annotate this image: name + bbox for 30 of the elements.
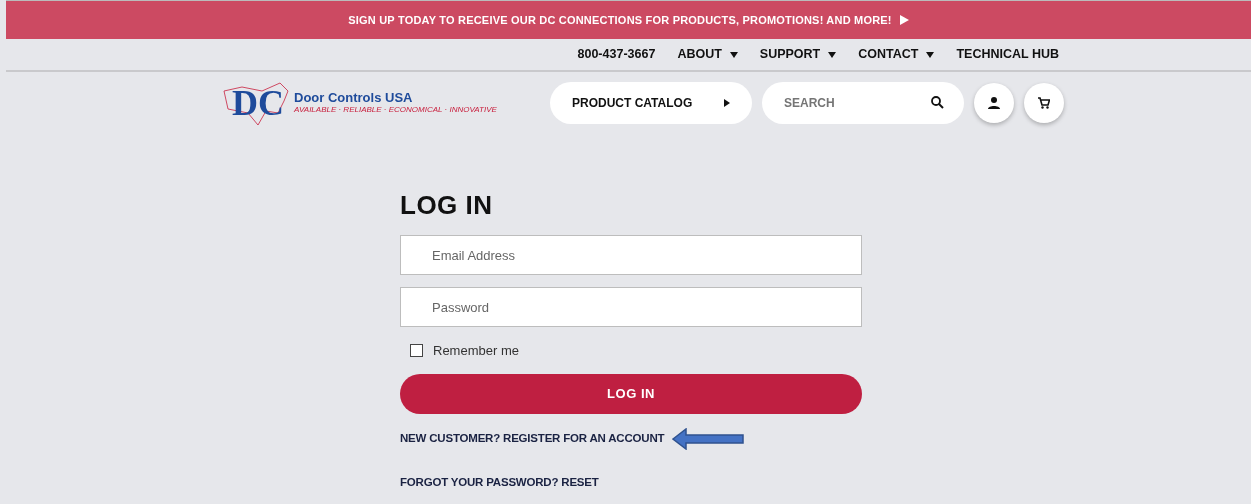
product-catalog-button[interactable]: PRODUCT CATALOG (550, 82, 752, 124)
caret-icon (926, 51, 935, 58)
input-field[interactable]: Email Address (400, 235, 862, 276)
cart-icon (1038, 97, 1050, 109)
nav-dropdown[interactable]: CONTACT (858, 45, 935, 64)
remember-label: Remember me (433, 342, 519, 361)
login-button[interactable]: LOG IN (400, 373, 862, 414)
account-button[interactable] (974, 83, 1014, 123)
nav-label: SUPPORT (759, 46, 821, 64)
nav-dropdown[interactable]: SUPPORT (759, 45, 837, 64)
text-link[interactable]: FORGOT YOUR PASSWORD? RESET (400, 473, 599, 491)
caret-icon (729, 51, 738, 58)
page-title: LOG IN (400, 190, 494, 222)
nav-dropdown[interactable]: ABOUT (677, 45, 738, 64)
nav-link[interactable]: 800-437-3667 (577, 45, 656, 64)
play-icon (724, 99, 730, 107)
nav-link[interactable]: TECHNICAL HUB (956, 45, 1059, 64)
text-link[interactable]: NEW CUSTOMER? REGISTER FOR AN ACCOUNT (400, 430, 665, 448)
nav-label: ABOUT (677, 46, 722, 64)
search-icon[interactable] (931, 96, 944, 109)
play-icon (899, 15, 909, 25)
cart-button[interactable] (1024, 83, 1064, 123)
input-field[interactable]: Password (400, 287, 862, 328)
remember-checkbox[interactable] (410, 344, 423, 358)
search-field[interactable]: SEARCH (762, 82, 964, 124)
logo-tagline: AVAILABLE · RELIABLE · ECONOMICAL · INNOVATIVE (294, 105, 497, 115)
caret-icon (828, 51, 837, 58)
nav-label: CONTACT (858, 46, 919, 64)
person-icon (988, 97, 1000, 109)
logo-name: Door Controls USA (294, 91, 414, 106)
